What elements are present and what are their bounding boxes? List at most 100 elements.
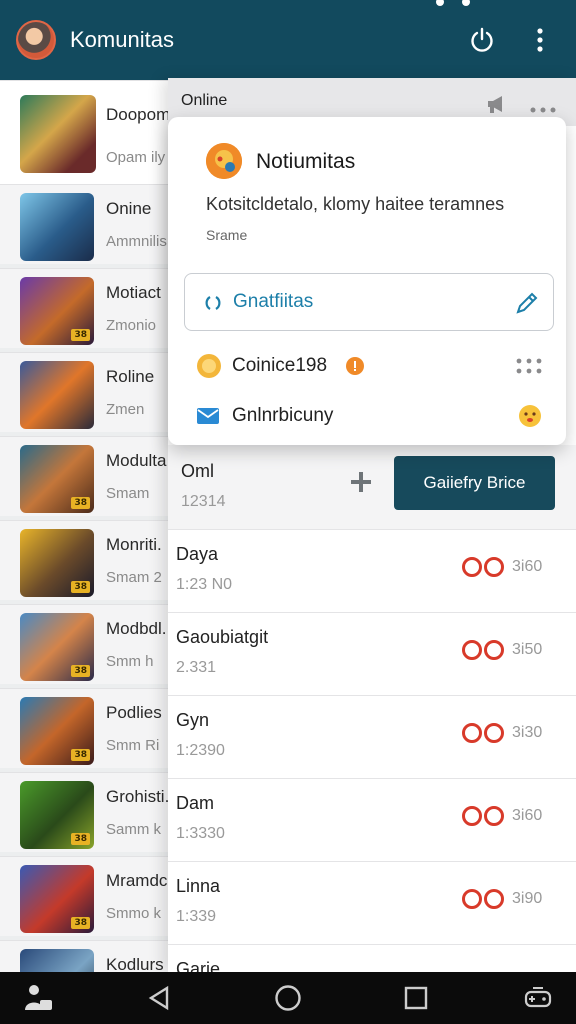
game-name: Motiact: [106, 283, 161, 302]
featured-time: 12314: [181, 493, 226, 510]
app-title: Komunitas: [70, 27, 174, 52]
player-time: 1:23 N0: [176, 576, 233, 593]
notification-action-label: Gnatfiitas: [233, 291, 314, 312]
notification-avatar: [206, 143, 242, 179]
notification-subtext: Srame: [206, 227, 248, 243]
rings-icon: [462, 640, 506, 662]
player-name: Dam: [176, 793, 215, 813]
panel-header-label: Online: [181, 92, 228, 109]
game-name: Modulta: [106, 451, 167, 470]
game-badge: 38: [71, 833, 90, 845]
more-horiz-icon[interactable]: [530, 100, 556, 118]
megaphone-icon[interactable]: [486, 94, 510, 119]
player-name: Gaoubiatgit: [176, 627, 269, 647]
game-subtitle: Zmonio: [106, 317, 157, 334]
game-item[interactable]: Roline Zmen: [0, 352, 176, 432]
featured-row[interactable]: Oml 12314 Gaiiefry Brice: [168, 445, 576, 529]
game-list: Doopom Opam ily Onine Ammnilis 38 Motiac…: [0, 80, 176, 972]
controller-icon[interactable]: [522, 982, 554, 1014]
notification-title: Notiumitas: [256, 150, 356, 173]
mail-icon: [196, 407, 220, 430]
game-thumbnail: 38: [20, 445, 94, 513]
player-time: 1:339: [176, 908, 217, 925]
player-row[interactable]: Gyn 1:2390 3i30: [168, 695, 576, 778]
emoji-icon[interactable]: [518, 404, 542, 433]
coin-label: Coinice198: [232, 355, 328, 376]
game-item[interactable]: 38 Grohisti. Samm k: [0, 772, 176, 852]
notification-popup: Notiumitas Kotsitcldetalo, klomy haitee …: [168, 117, 566, 445]
coin-icon: [196, 353, 222, 384]
rings-icon: [462, 723, 506, 745]
game-item[interactable]: 38 Mramdc Smmo k: [0, 856, 176, 936]
player-name: Daya: [176, 544, 219, 564]
grid-icon[interactable]: [516, 358, 542, 379]
featured-name: Oml: [181, 461, 214, 481]
game-item[interactable]: Kodlurs: [0, 940, 176, 972]
player-name: Linna: [176, 876, 221, 896]
game-subtitle: Samm k: [106, 821, 162, 838]
game-badge: 38: [71, 917, 90, 929]
game-item[interactable]: 38 Monriti. Smam 2: [0, 520, 176, 600]
system-nav-bar: [0, 972, 576, 1024]
message-label: Gnlnrbicuny: [232, 405, 334, 426]
player-row[interactable]: Daya 1:23 N0 3i60: [168, 529, 576, 612]
notification-action-field[interactable]: Gnatfiitas: [184, 273, 554, 331]
coin-row[interactable]: Coinice198: [196, 350, 546, 382]
game-badge: 38: [71, 749, 90, 761]
profile-icon[interactable]: [22, 982, 54, 1014]
player-row[interactable]: Dam 1:3330 3i60: [168, 778, 576, 861]
player-time: 2.331: [176, 659, 217, 676]
game-thumbnail: 38: [20, 865, 94, 933]
add-icon[interactable]: [348, 469, 374, 503]
game-thumbnail: 38: [20, 277, 94, 345]
player-count: 3i60: [512, 807, 543, 824]
player-row[interactable]: Gaoubiatgit 2.331 3i50: [168, 612, 576, 695]
game-item[interactable]: 38 Podlies Smm Ri: [0, 688, 176, 768]
game-name: Onine: [106, 199, 152, 218]
rings-icon: [462, 806, 506, 828]
game-item[interactable]: Doopom Opam ily: [0, 80, 176, 184]
game-thumbnail: 38: [20, 697, 94, 765]
game-badge: 38: [71, 497, 90, 509]
game-item[interactable]: 38 Motiact Zmonio: [0, 268, 176, 348]
player-name: Gyn: [176, 710, 210, 730]
player-count: 3i30: [512, 724, 543, 741]
gallery-button[interactable]: Gaiiefry Brice: [394, 456, 555, 510]
game-name: Mramdc: [106, 871, 168, 890]
game-item[interactable]: 38 Modbdl. Smm h: [0, 604, 176, 684]
game-badge: 38: [71, 665, 90, 677]
game-thumbnail: [20, 949, 94, 972]
game-subtitle: Smm Ri: [106, 737, 160, 754]
game-name: Modbdl.: [106, 619, 167, 638]
game-thumbnail: [20, 95, 96, 173]
home-icon[interactable]: [272, 982, 304, 1014]
game-badge: 38: [71, 329, 90, 341]
game-subtitle: Zmen: [106, 401, 145, 418]
game-name: Doopom: [106, 105, 171, 124]
player-count: 3i50: [512, 641, 543, 658]
more-vert-icon[interactable]: [520, 20, 560, 60]
top-app-bar: Komunitas: [0, 0, 576, 80]
alert-dot-icon: [346, 357, 364, 380]
status-indicators: [436, 0, 476, 6]
game-badge: 38: [71, 581, 90, 593]
community-avatar[interactable]: [16, 20, 56, 60]
power-icon[interactable]: [462, 20, 502, 60]
game-item[interactable]: Onine Ammnilis: [0, 184, 176, 264]
player-time: 1:2390: [176, 742, 225, 759]
sync-icon: [203, 293, 223, 318]
edit-icon[interactable]: [515, 291, 539, 320]
back-icon[interactable]: [144, 982, 176, 1014]
game-thumbnail: 38: [20, 781, 94, 849]
player-count: 3i60: [512, 558, 543, 575]
rings-icon: [462, 557, 506, 579]
notification-description: Kotsitcldetalo, klomy haitee teramnes: [206, 194, 505, 214]
game-thumbnail: 38: [20, 613, 94, 681]
game-name: Podlies: [106, 703, 162, 722]
game-item[interactable]: 38 Modulta Smam: [0, 436, 176, 516]
recents-icon[interactable]: [400, 982, 432, 1014]
player-row[interactable]: Linna 1:339 3i90: [168, 861, 576, 944]
game-name: Roline: [106, 367, 155, 386]
message-row[interactable]: Gnlnrbicuny: [196, 400, 546, 432]
player-time: 1:3330: [176, 825, 225, 842]
